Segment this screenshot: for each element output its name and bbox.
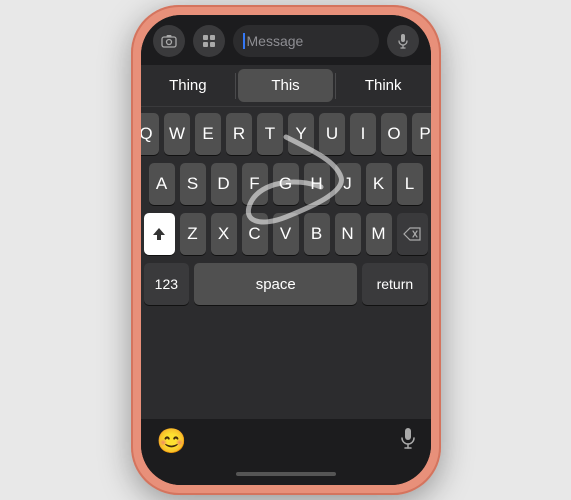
key-s[interactable]: S	[180, 163, 206, 205]
return-key[interactable]: return	[362, 263, 427, 305]
message-placeholder: Message	[247, 33, 304, 49]
message-input[interactable]: Message	[233, 25, 379, 57]
bottom-bar: 😊	[141, 419, 431, 463]
text-cursor	[243, 33, 245, 49]
shift-key[interactable]	[144, 213, 175, 255]
apps-button[interactable]	[193, 25, 225, 57]
predictive-bar: Thing This Think	[141, 65, 431, 107]
key-u[interactable]: U	[319, 113, 345, 155]
key-a[interactable]: A	[149, 163, 175, 205]
key-k[interactable]: K	[366, 163, 392, 205]
key-p[interactable]: P	[412, 113, 431, 155]
key-j[interactable]: J	[335, 163, 361, 205]
space-key[interactable]: space	[194, 263, 357, 305]
predictive-item-think[interactable]: Think	[336, 65, 431, 106]
key-o[interactable]: O	[381, 113, 407, 155]
key-row-1: Q W E R T Y U I O P	[144, 113, 428, 155]
key-row-3: Z X C V B N M	[144, 213, 428, 255]
key-m[interactable]: M	[366, 213, 392, 255]
key-q[interactable]: Q	[141, 113, 160, 155]
key-g[interactable]: G	[273, 163, 299, 205]
delete-key[interactable]	[397, 213, 428, 255]
key-w[interactable]: W	[164, 113, 190, 155]
key-r[interactable]: R	[226, 113, 252, 155]
top-bar: Message	[141, 15, 431, 65]
key-z[interactable]: Z	[180, 213, 206, 255]
key-e[interactable]: E	[195, 113, 221, 155]
key-f[interactable]: F	[242, 163, 268, 205]
home-indicator-bar	[141, 463, 431, 485]
key-v[interactable]: V	[273, 213, 299, 255]
phone-screen: Message Thing This Think	[141, 15, 431, 485]
key-t[interactable]: T	[257, 113, 283, 155]
key-y[interactable]: Y	[288, 113, 314, 155]
key-i[interactable]: I	[350, 113, 376, 155]
mic-button[interactable]	[387, 25, 419, 57]
predictive-item-thing[interactable]: Thing	[141, 65, 236, 106]
bottom-mic-button[interactable]	[401, 427, 415, 455]
key-row-2: A S D F G H J K L	[144, 163, 428, 205]
key-c[interactable]: C	[242, 213, 268, 255]
numbers-key[interactable]: 123	[144, 263, 190, 305]
camera-button[interactable]	[153, 25, 185, 57]
key-n[interactable]: N	[335, 213, 361, 255]
pred-divider-1	[235, 73, 236, 99]
emoji-button[interactable]: 😊	[157, 427, 187, 456]
key-l[interactable]: L	[397, 163, 423, 205]
key-row-4: 123 space return	[144, 263, 428, 305]
key-h[interactable]: H	[304, 163, 330, 205]
phone-frame: Message Thing This Think	[131, 5, 441, 495]
home-indicator	[236, 472, 336, 476]
key-x[interactable]: X	[211, 213, 237, 255]
key-b[interactable]: B	[304, 213, 330, 255]
keyboard: Q W E R T Y U I O P A S D F G H J K	[141, 107, 431, 419]
predictive-item-this[interactable]: This	[238, 69, 333, 102]
key-d[interactable]: D	[211, 163, 237, 205]
